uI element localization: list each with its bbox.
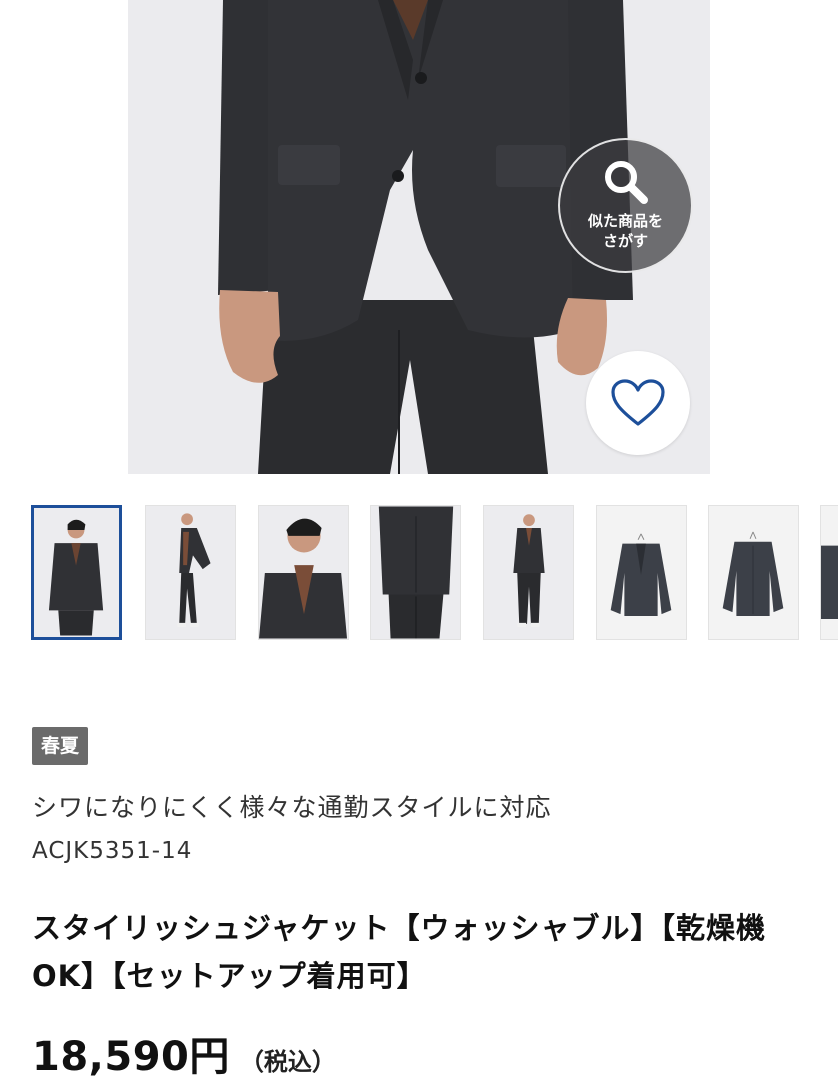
thumb-flat-detail — [821, 506, 838, 639]
thumb-model-closeup — [259, 506, 348, 639]
thumb-model-full-front — [484, 506, 573, 639]
thumb-flat-back — [709, 506, 798, 639]
similar-items-button[interactable]: 似た商品を さがす — [558, 138, 693, 273]
thumbnail-item[interactable] — [370, 505, 461, 640]
thumbnail-item[interactable] — [258, 505, 349, 640]
product-title: スタイリッシュジャケット【ウォッシャブル】【乾燥機OK】【セットアップ着用可】 — [32, 911, 767, 993]
tax-note: （税込） — [239, 1048, 336, 1076]
favorite-button[interactable] — [586, 351, 690, 455]
thumb-model-walking — [146, 506, 235, 639]
product-page: 似た商品を さがす 春夏 シワになりにくく様々な通勤スタイルに対応 ACJK53… — [0, 0, 838, 1080]
thumbnail-item[interactable] — [483, 505, 574, 640]
thumb-model-front — [34, 509, 119, 636]
season-badge: 春夏 — [32, 727, 89, 765]
heart-icon — [611, 379, 665, 426]
main-product-image[interactable]: 似た商品を さがす — [128, 0, 710, 474]
thumbnail-item[interactable] — [820, 505, 838, 640]
price-row: 18,590円 （税込） — [32, 1024, 336, 1080]
thumbnail-item[interactable] — [708, 505, 799, 640]
thumbnail-strip — [0, 504, 838, 642]
similar-items-label: 似た商品を さがす — [587, 211, 663, 250]
thumb-flat-front — [597, 506, 686, 639]
thumb-model-back — [371, 506, 460, 639]
thumbnail-item[interactable] — [145, 505, 236, 640]
thumbnail-item[interactable] — [596, 505, 687, 640]
product-code: ACJK5351-14 — [32, 838, 193, 864]
thumbnail-item[interactable] — [31, 505, 122, 640]
catch-copy: シワになりにくく様々な通勤スタイルに対応 — [32, 793, 552, 822]
price: 18,590円 — [32, 1034, 230, 1080]
search-icon — [604, 160, 648, 204]
